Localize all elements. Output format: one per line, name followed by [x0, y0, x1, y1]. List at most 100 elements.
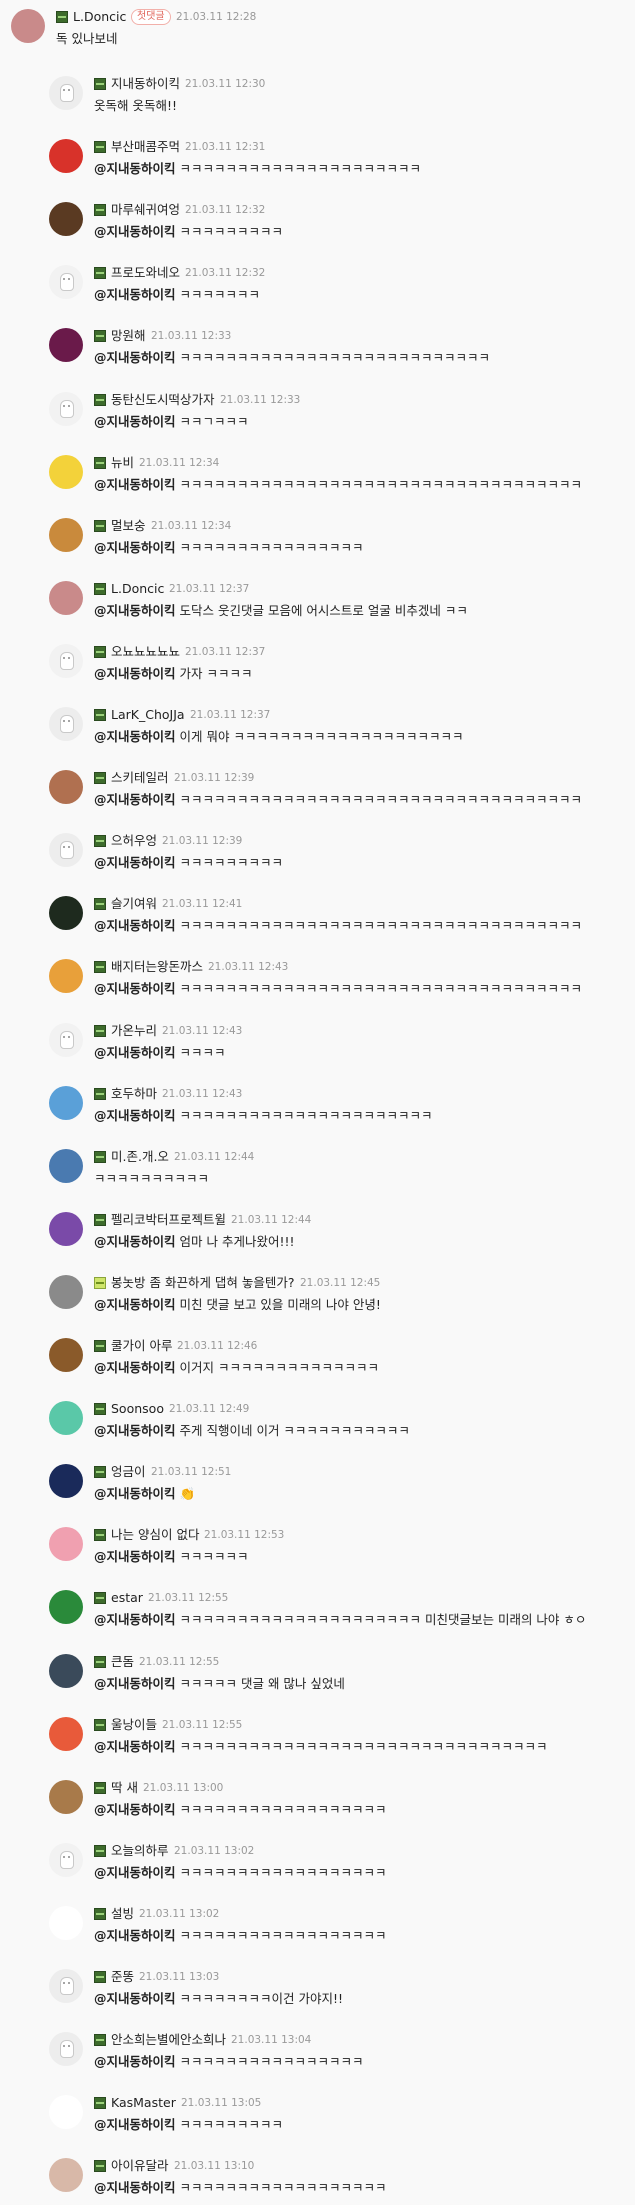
mention-link[interactable]: @지내동하이킥 [94, 477, 176, 492]
avatar[interactable] [49, 770, 83, 804]
mention-link[interactable]: @지내동하이킥 [94, 792, 176, 807]
avatar[interactable] [49, 2032, 83, 2066]
avatar[interactable] [49, 76, 83, 110]
avatar[interactable] [49, 1717, 83, 1751]
mention-link[interactable]: @지내동하이킥 [94, 2054, 176, 2069]
author-name[interactable]: 아이유달라 [111, 2158, 169, 2174]
author-name[interactable]: 호두하마 [111, 1086, 157, 1102]
mention-link[interactable]: @지내동하이킥 [94, 1928, 176, 1943]
mention-link[interactable]: @지내동하이킥 [94, 1360, 176, 1375]
mention-link[interactable]: @지내동하이킥 [94, 729, 176, 744]
mention-link[interactable]: @지내동하이킥 [94, 1486, 176, 1501]
mention-link[interactable]: @지내동하이킥 [94, 287, 176, 302]
author-name[interactable]: 딱 새 [111, 1780, 138, 1796]
avatar[interactable] [49, 1654, 83, 1688]
mention-link[interactable]: @지내동하이킥 [94, 1423, 176, 1438]
author-name[interactable]: L.Doncic [111, 581, 164, 597]
author-name[interactable]: 뉴비 [111, 455, 134, 471]
author-name[interactable]: 나는 양심이 없다 [111, 1527, 199, 1543]
avatar[interactable] [49, 1843, 83, 1877]
mention-link[interactable]: @지내동하이킥 [94, 1045, 176, 1060]
author-name[interactable]: 부산매콤주먹 [111, 139, 180, 155]
avatar[interactable] [49, 833, 83, 867]
avatar[interactable] [49, 1149, 83, 1183]
avatar[interactable] [49, 1023, 83, 1057]
author-name[interactable]: 엉금이 [111, 1464, 146, 1480]
avatar[interactable] [49, 1590, 83, 1624]
mention-link[interactable]: @지내동하이킥 [94, 161, 176, 176]
avatar[interactable] [49, 644, 83, 678]
avatar[interactable] [49, 581, 83, 615]
author-name[interactable]: 프로도와네오 [111, 265, 180, 281]
mention-link[interactable]: @지내동하이킥 [94, 666, 176, 681]
mention-link[interactable]: @지내동하이킥 [94, 2180, 176, 2195]
avatar[interactable] [49, 1780, 83, 1814]
author-name[interactable]: 설빙 [111, 1906, 134, 1922]
avatar[interactable] [49, 1212, 83, 1246]
avatar[interactable] [49, 518, 83, 552]
mention-link[interactable]: @지내동하이킥 [94, 1297, 176, 1312]
author-name[interactable]: 마루쉐귀여엉 [111, 202, 180, 218]
avatar[interactable] [49, 2158, 83, 2192]
avatar[interactable] [49, 1527, 83, 1561]
mention-link[interactable]: @지내동하이킥 [94, 1865, 176, 1880]
author-name[interactable]: 오늘의하루 [111, 1843, 169, 1859]
mention-link[interactable]: @지내동하이킥 [94, 1234, 176, 1249]
author-name[interactable]: KasMaster [111, 2095, 176, 2111]
avatar[interactable] [49, 1275, 83, 1309]
mention-link[interactable]: @지내동하이킥 [94, 1676, 176, 1691]
author-name[interactable]: L.Doncic [73, 9, 126, 25]
author-name[interactable]: 으허우엉 [111, 833, 157, 849]
author-name[interactable]: estar [111, 1590, 143, 1606]
avatar[interactable] [49, 202, 83, 236]
mention-link[interactable]: @지내동하이킥 [94, 1739, 176, 1754]
mention-link[interactable]: @지내동하이킥 [94, 414, 176, 429]
author-name[interactable]: 슬기여워 [111, 896, 157, 912]
author-name[interactable]: 배지터는왕돈까스 [111, 959, 203, 975]
avatar[interactable] [49, 1969, 83, 2003]
avatar[interactable] [49, 265, 83, 299]
avatar[interactable] [49, 139, 83, 173]
author-name[interactable]: 안소희는별에안소희나 [111, 2032, 226, 2048]
avatar[interactable] [49, 707, 83, 741]
author-name[interactable]: 펠리코박터프로젝트윌 [111, 1212, 226, 1228]
mention-link[interactable]: @지내동하이킥 [94, 1549, 176, 1564]
mention-link[interactable]: @지내동하이킥 [94, 855, 176, 870]
avatar[interactable] [49, 2095, 83, 2129]
avatar[interactable] [49, 455, 83, 489]
mention-link[interactable]: @지내동하이킥 [94, 1612, 176, 1627]
author-name[interactable]: 망원해 [111, 328, 146, 344]
author-name[interactable]: 지내동하이킥 [111, 76, 180, 92]
avatar[interactable] [49, 1906, 83, 1940]
author-name[interactable]: 쿨가이 아루 [111, 1338, 172, 1354]
mention-link[interactable]: @지내동하이킥 [94, 981, 176, 996]
author-name[interactable]: 미.존.개.오 [111, 1149, 169, 1165]
mention-link[interactable]: @지내동하이킥 [94, 350, 176, 365]
avatar[interactable] [49, 959, 83, 993]
avatar[interactable] [49, 392, 83, 426]
author-name[interactable]: 봉놋방 좀 화끈하게 댑혀 놓을텐가? [111, 1275, 295, 1291]
author-name[interactable]: 큰돔 [111, 1654, 134, 1670]
mention-link[interactable]: @지내동하이킥 [94, 603, 176, 618]
author-name[interactable]: 동탄신도시떡상가자 [111, 392, 215, 408]
avatar[interactable] [11, 9, 45, 43]
avatar[interactable] [49, 328, 83, 362]
author-name[interactable]: 울낭이들 [111, 1717, 157, 1733]
author-name[interactable]: 가온누리 [111, 1023, 157, 1039]
mention-link[interactable]: @지내동하이킥 [94, 1108, 176, 1123]
avatar[interactable] [49, 1464, 83, 1498]
mention-link[interactable]: @지내동하이킥 [94, 1991, 176, 2006]
avatar[interactable] [49, 1338, 83, 1372]
avatar[interactable] [49, 1086, 83, 1120]
author-name[interactable]: 멀보숭 [111, 518, 146, 534]
mention-link[interactable]: @지내동하이킥 [94, 918, 176, 933]
mention-link[interactable]: @지내동하이킥 [94, 1802, 176, 1817]
author-name[interactable]: Soonsoo [111, 1401, 164, 1417]
avatar[interactable] [49, 1401, 83, 1435]
author-name[interactable]: 스키테일러 [111, 770, 169, 786]
avatar[interactable] [49, 896, 83, 930]
author-name[interactable]: 오뇨뇨뇨뇨뇨 [111, 644, 180, 660]
author-name[interactable]: 준똥 [111, 1969, 134, 1985]
mention-link[interactable]: @지내동하이킥 [94, 2117, 176, 2132]
author-name[interactable]: LarK_ChoJJa [111, 707, 185, 723]
